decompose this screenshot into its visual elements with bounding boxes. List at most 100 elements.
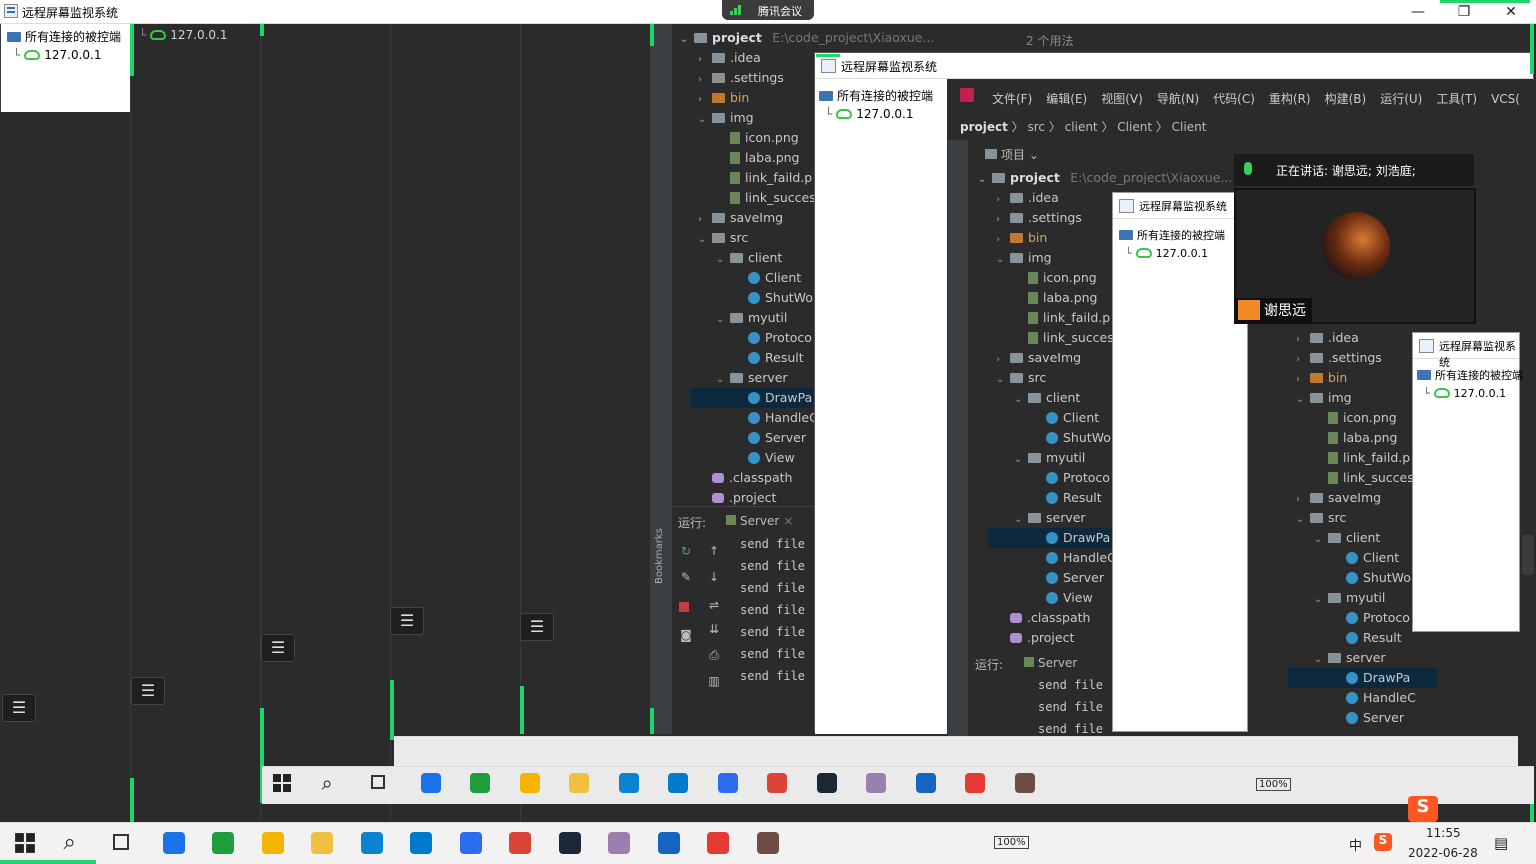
tree-item[interactable]: HandleC — [734, 408, 818, 428]
tree-item[interactable]: Protoco — [1332, 608, 1410, 628]
java-icon[interactable] — [1014, 773, 1035, 793]
chevron-icon[interactable]: ⌄ — [1314, 650, 1328, 670]
close-tab-icon[interactable]: × — [783, 514, 793, 528]
chevron-icon[interactable]: › — [698, 50, 712, 70]
chevron-icon[interactable]: › — [1296, 330, 1310, 350]
arrow-up-icon[interactable]: ↑ — [707, 544, 721, 558]
vscode-icon[interactable] — [410, 832, 432, 854]
clock-date[interactable]: 2022-06-28 — [1408, 846, 1478, 860]
task-view-icon[interactable] — [371, 775, 385, 789]
menu-navigate[interactable]: 导航(N) — [1157, 92, 1199, 106]
jetbrains-toolbox-icon[interactable] — [965, 773, 985, 793]
menu-button[interactable]: ☰ — [131, 677, 165, 705]
menu-edit[interactable]: 编辑(E) — [1046, 92, 1087, 106]
tree-client[interactable]: └ 127.0.0.1 — [13, 48, 102, 62]
chevron-icon[interactable]: › — [698, 210, 712, 230]
todo-icon[interactable] — [420, 773, 441, 793]
start-button[interactable] — [14, 832, 36, 854]
chevron-icon[interactable]: › — [996, 350, 1010, 370]
tree-item[interactable]: ⌄ server — [716, 368, 788, 388]
tree-item[interactable]: ⌄ client — [1014, 388, 1080, 408]
tree-item[interactable]: link_succes — [716, 188, 816, 208]
tree-item[interactable]: › bin — [1296, 368, 1347, 388]
tree-item[interactable]: laba.png — [1014, 288, 1098, 308]
tree-item[interactable]: › .idea — [698, 48, 761, 68]
tree-item[interactable]: Client — [1332, 548, 1399, 568]
tree-root[interactable]: 所有连接的被控端 — [1417, 367, 1523, 383]
chevron-icon[interactable]: › — [698, 90, 712, 110]
chevron-icon[interactable]: ⌄ — [1014, 390, 1028, 410]
chevron-icon[interactable]: ⌄ — [996, 370, 1010, 390]
todo-icon[interactable] — [162, 832, 185, 854]
tree-item[interactable]: HandleC — [1032, 548, 1116, 568]
qqmusic-icon[interactable] — [261, 832, 284, 854]
tree-item[interactable]: › .settings — [698, 68, 784, 88]
tree-item[interactable]: link_succes — [1014, 328, 1114, 348]
chevron-icon[interactable]: › — [1296, 370, 1310, 390]
pycharm-icon[interactable] — [212, 832, 234, 854]
tree-item[interactable]: ⌄ client — [716, 248, 782, 268]
rerun-icon[interactable]: ↻ — [679, 544, 693, 558]
tree-item[interactable]: ⌄ myutil — [1014, 448, 1085, 468]
menu-button[interactable]: ☰ — [520, 613, 554, 641]
vscode-icon[interactable] — [668, 773, 688, 793]
tree-client[interactable]: └ 127.0.0.1 — [825, 107, 914, 121]
breadcrumb-src[interactable]: src — [1028, 120, 1046, 134]
project-root[interactable]: ⌄ project E:\code_project\Xiaoxue... — [680, 28, 934, 48]
tree-item[interactable]: ⌄ src — [698, 228, 748, 248]
tree-item[interactable]: Protoco — [734, 328, 812, 348]
scroll-handle[interactable] — [1522, 535, 1534, 575]
ime-language[interactable]: 中 — [1349, 835, 1362, 854]
run-config-tab[interactable]: Server × — [726, 514, 793, 528]
file-explorer-icon[interactable] — [311, 832, 333, 854]
chevron-icon[interactable]: ⌄ — [716, 310, 730, 330]
close-button[interactable]: ✕ — [1488, 0, 1534, 24]
tree-item[interactable]: link_faild.p — [716, 168, 812, 188]
tree-item[interactable]: › saveImg — [698, 208, 783, 228]
meeting-indicator[interactable]: 腾讯会议 — [722, 0, 814, 20]
breadcrumb-client[interactable]: client — [1065, 120, 1098, 134]
run-config-tab[interactable]: Server — [1024, 656, 1077, 670]
battery-indicator[interactable]: 100% — [994, 836, 1029, 849]
chevron-icon[interactable]: › — [698, 70, 712, 90]
tree-item[interactable]: View — [734, 448, 795, 468]
tree-item[interactable]: ⌄ server — [1314, 648, 1386, 668]
tree-item[interactable]: laba.png — [1314, 428, 1398, 448]
chrome-icon[interactable] — [509, 832, 531, 854]
tree-item[interactable]: Server — [1332, 708, 1404, 728]
tree-item[interactable]: ShutWo — [1332, 568, 1411, 588]
chevron-icon[interactable]: ⌄ — [1314, 590, 1328, 610]
edge-icon[interactable] — [360, 832, 383, 854]
battery-indicator[interactable]: 100% — [1256, 778, 1291, 791]
tree-item[interactable]: ⌄ img — [1296, 388, 1352, 408]
tree-item[interactable]: ⌄ myutil — [1314, 588, 1385, 608]
stop-icon[interactable] — [679, 602, 689, 612]
tree-item[interactable]: Result — [1032, 488, 1102, 508]
tree-item[interactable]: link_faild.p — [1314, 448, 1410, 468]
menu-build[interactable]: 构建(B) — [1325, 92, 1367, 106]
tree-item[interactable]: .classpath — [996, 608, 1090, 628]
bookmarks-tab[interactable]: Bookmarks — [654, 524, 665, 584]
sogou-ime-icon[interactable]: S — [1374, 833, 1392, 851]
jetbrains-toolbox-icon[interactable] — [707, 832, 729, 854]
tree-client[interactable]: └ 127.0.0.1 — [1423, 387, 1506, 400]
tree-item[interactable]: Client — [734, 268, 801, 288]
soft-wrap-icon[interactable]: ⇌ — [707, 598, 721, 612]
clock-time[interactable]: 11:55 — [1426, 826, 1461, 840]
chevron-icon[interactable]: ⌄ — [1296, 390, 1310, 410]
tree-item[interactable]: link_faild.p — [1014, 308, 1110, 328]
tree-item[interactable]: icon.png — [1314, 408, 1397, 428]
tree-item[interactable]: ⌄ server — [1014, 508, 1086, 528]
tree-item[interactable]: Result — [1332, 628, 1402, 648]
chevron-icon[interactable]: › — [996, 190, 1010, 210]
menu-vcs[interactable]: VCS( — [1491, 92, 1520, 106]
chevron-icon[interactable]: › — [1296, 350, 1310, 370]
chevron-icon[interactable]: ⌄ — [716, 370, 730, 390]
sogou-ime-icon[interactable]: S — [1408, 796, 1438, 822]
tree-item[interactable]: ⌄ client — [1314, 528, 1380, 548]
video-tile[interactable]: 谢思远 — [1234, 188, 1476, 324]
tree-client[interactable]: └ 127.0.0.1 — [1125, 247, 1208, 260]
tree-item[interactable]: .project — [996, 628, 1074, 648]
maximize-button[interactable]: ❐ — [1441, 0, 1487, 24]
chevron-icon[interactable]: ⌄ — [698, 230, 712, 250]
